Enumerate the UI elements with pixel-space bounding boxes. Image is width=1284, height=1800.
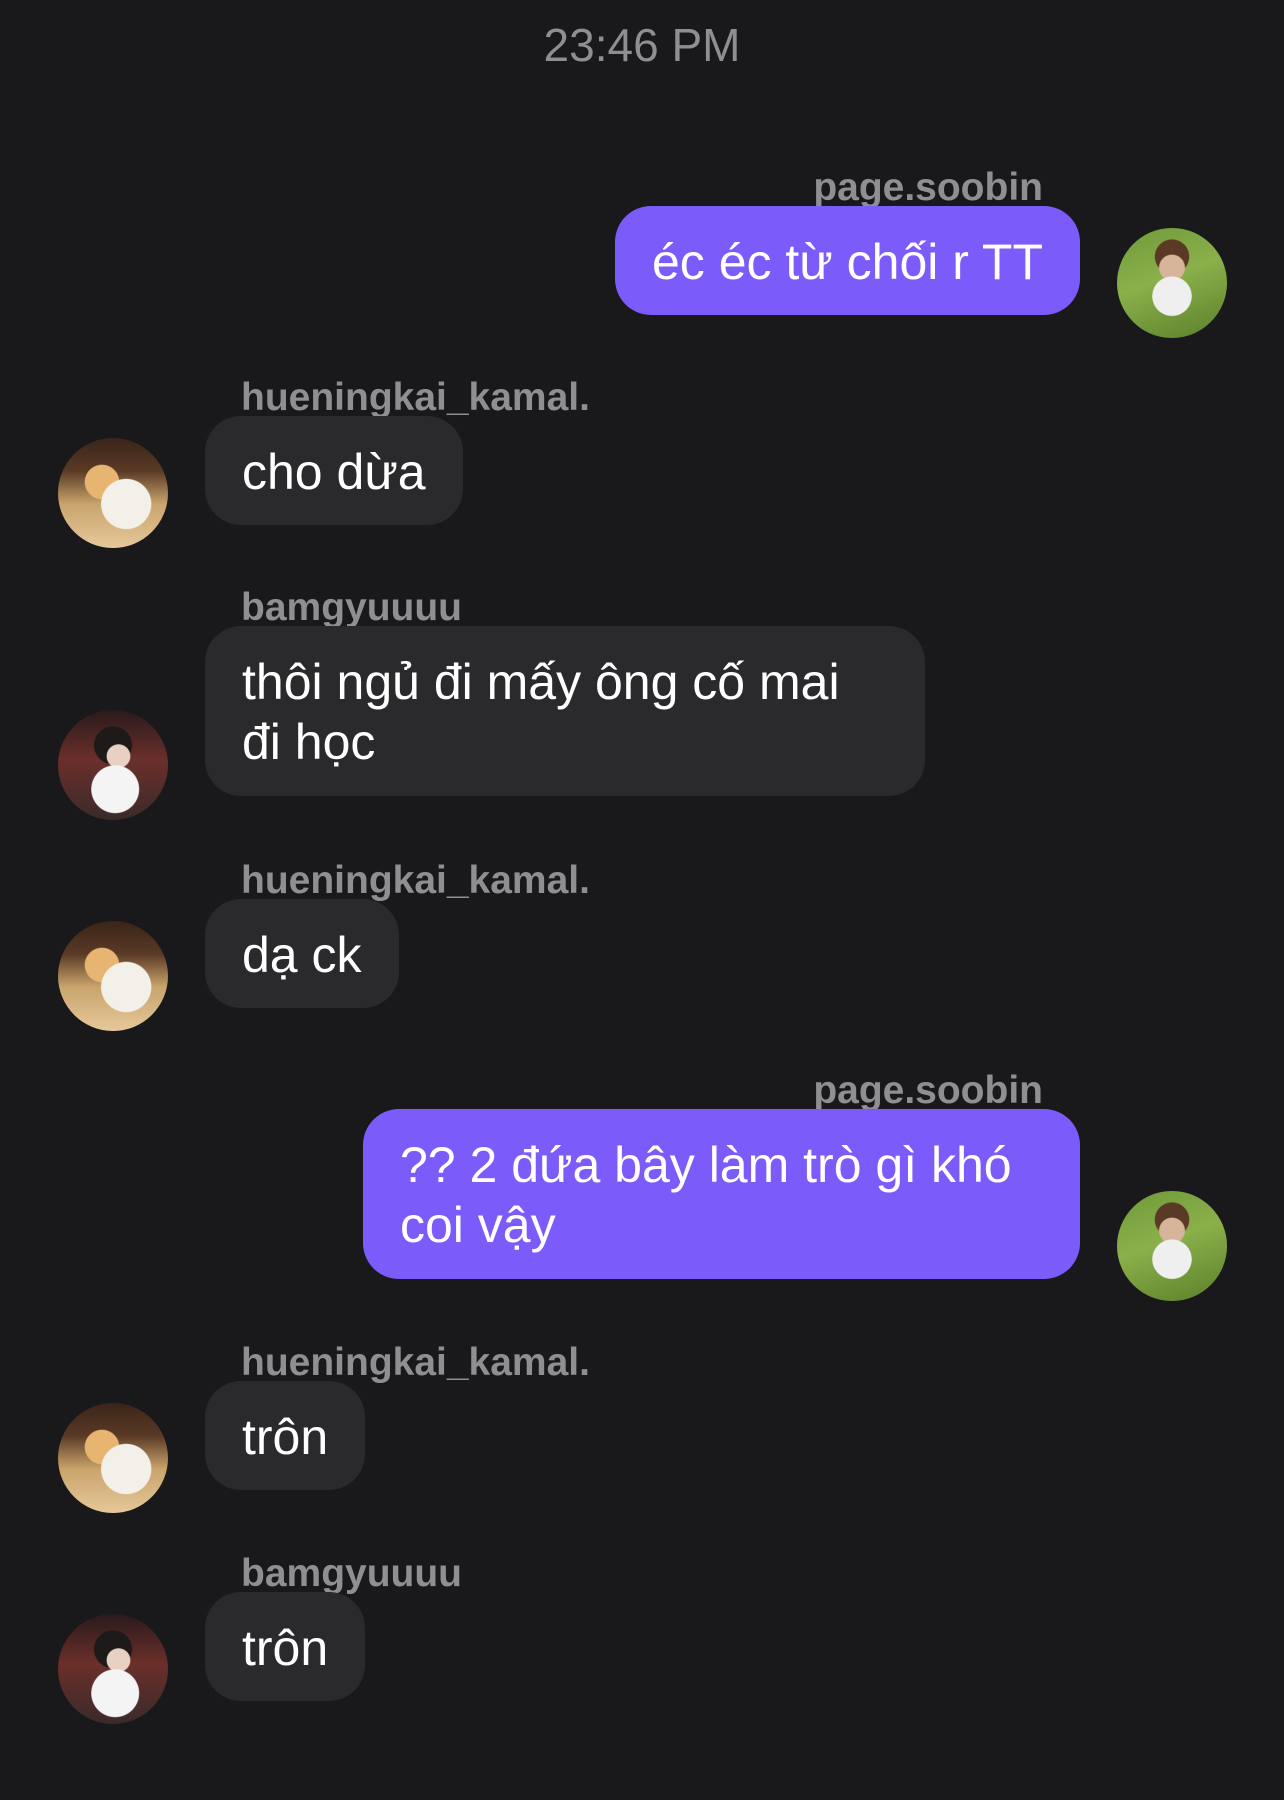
avatar-bamgyuuuu[interactable] (58, 710, 168, 820)
avatar-page-soobin[interactable] (1117, 228, 1227, 338)
message-bubble[interactable]: éc éc từ chối r TT (615, 206, 1080, 315)
sender-name: hueningkai_kamal. (241, 1341, 590, 1384)
message-bubble[interactable]: trôn (205, 1592, 366, 1701)
message-timestamp: 23:46 PM (543, 19, 741, 71)
message-bubble[interactable]: ?? 2 đứa bây làm trò gì khó coi vậy (363, 1109, 1080, 1279)
sender-name: hueningkai_kamal. (241, 376, 590, 419)
sender-name: page.soobin (813, 166, 1043, 209)
message-bubble[interactable]: dạ ck (205, 899, 399, 1008)
message-row: hueningkai_kamal. dạ ck (0, 859, 1284, 1031)
message-bubble[interactable]: thôi ngủ đi mấy ông cố mai đi học (205, 626, 925, 796)
message-row: bamgyuuuu trôn (0, 1552, 1284, 1724)
avatar-hueningkai-kamal[interactable] (58, 1403, 168, 1513)
avatar-page-soobin[interactable] (1117, 1191, 1227, 1301)
sender-name: bamgyuuuu (241, 1552, 462, 1595)
sender-name: hueningkai_kamal. (241, 859, 590, 902)
message-row: bamgyuuuu thôi ngủ đi mấy ông cố mai đi … (0, 586, 1284, 826)
message-bubble[interactable]: cho dừa (205, 416, 463, 525)
avatar-bamgyuuuu[interactable] (58, 1614, 168, 1724)
avatar-hueningkai-kamal[interactable] (58, 438, 168, 548)
sender-name: bamgyuuuu (241, 586, 462, 629)
avatar-hueningkai-kamal[interactable] (58, 921, 168, 1031)
message-row: page.soobin ?? 2 đứa bây làm trò gì khó … (0, 1069, 1284, 1309)
message-bubble[interactable]: trôn (205, 1381, 366, 1490)
message-row: hueningkai_kamal. trôn (0, 1341, 1284, 1513)
message-row: page.soobin éc éc từ chối r TT (0, 166, 1284, 338)
sender-name: page.soobin (813, 1069, 1043, 1112)
message-row: hueningkai_kamal. cho dừa (0, 376, 1284, 548)
chat-thread: 23:46 PM page.soobin éc éc từ chối r TT … (0, 0, 1284, 1800)
